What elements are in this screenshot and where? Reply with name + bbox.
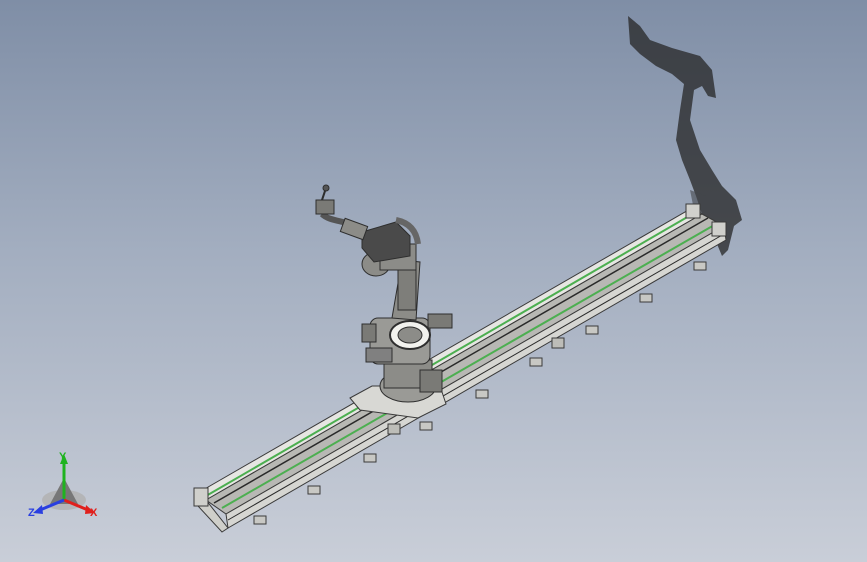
y-axis-label: Y: [59, 451, 67, 463]
cad-model-scene[interactable]: Y X Z: [0, 0, 867, 562]
rail-mounting-feet: [253, 261, 707, 525]
graphics-viewport[interactable]: Y X Z: [0, 0, 867, 562]
six-axis-robot-arm[interactable]: [315, 184, 453, 403]
reference-triad: Y X Z: [28, 451, 98, 519]
linear-rail-track[interactable]: [193, 203, 727, 533]
z-axis-label: Z: [28, 507, 35, 519]
x-axis-label: X: [90, 507, 98, 519]
